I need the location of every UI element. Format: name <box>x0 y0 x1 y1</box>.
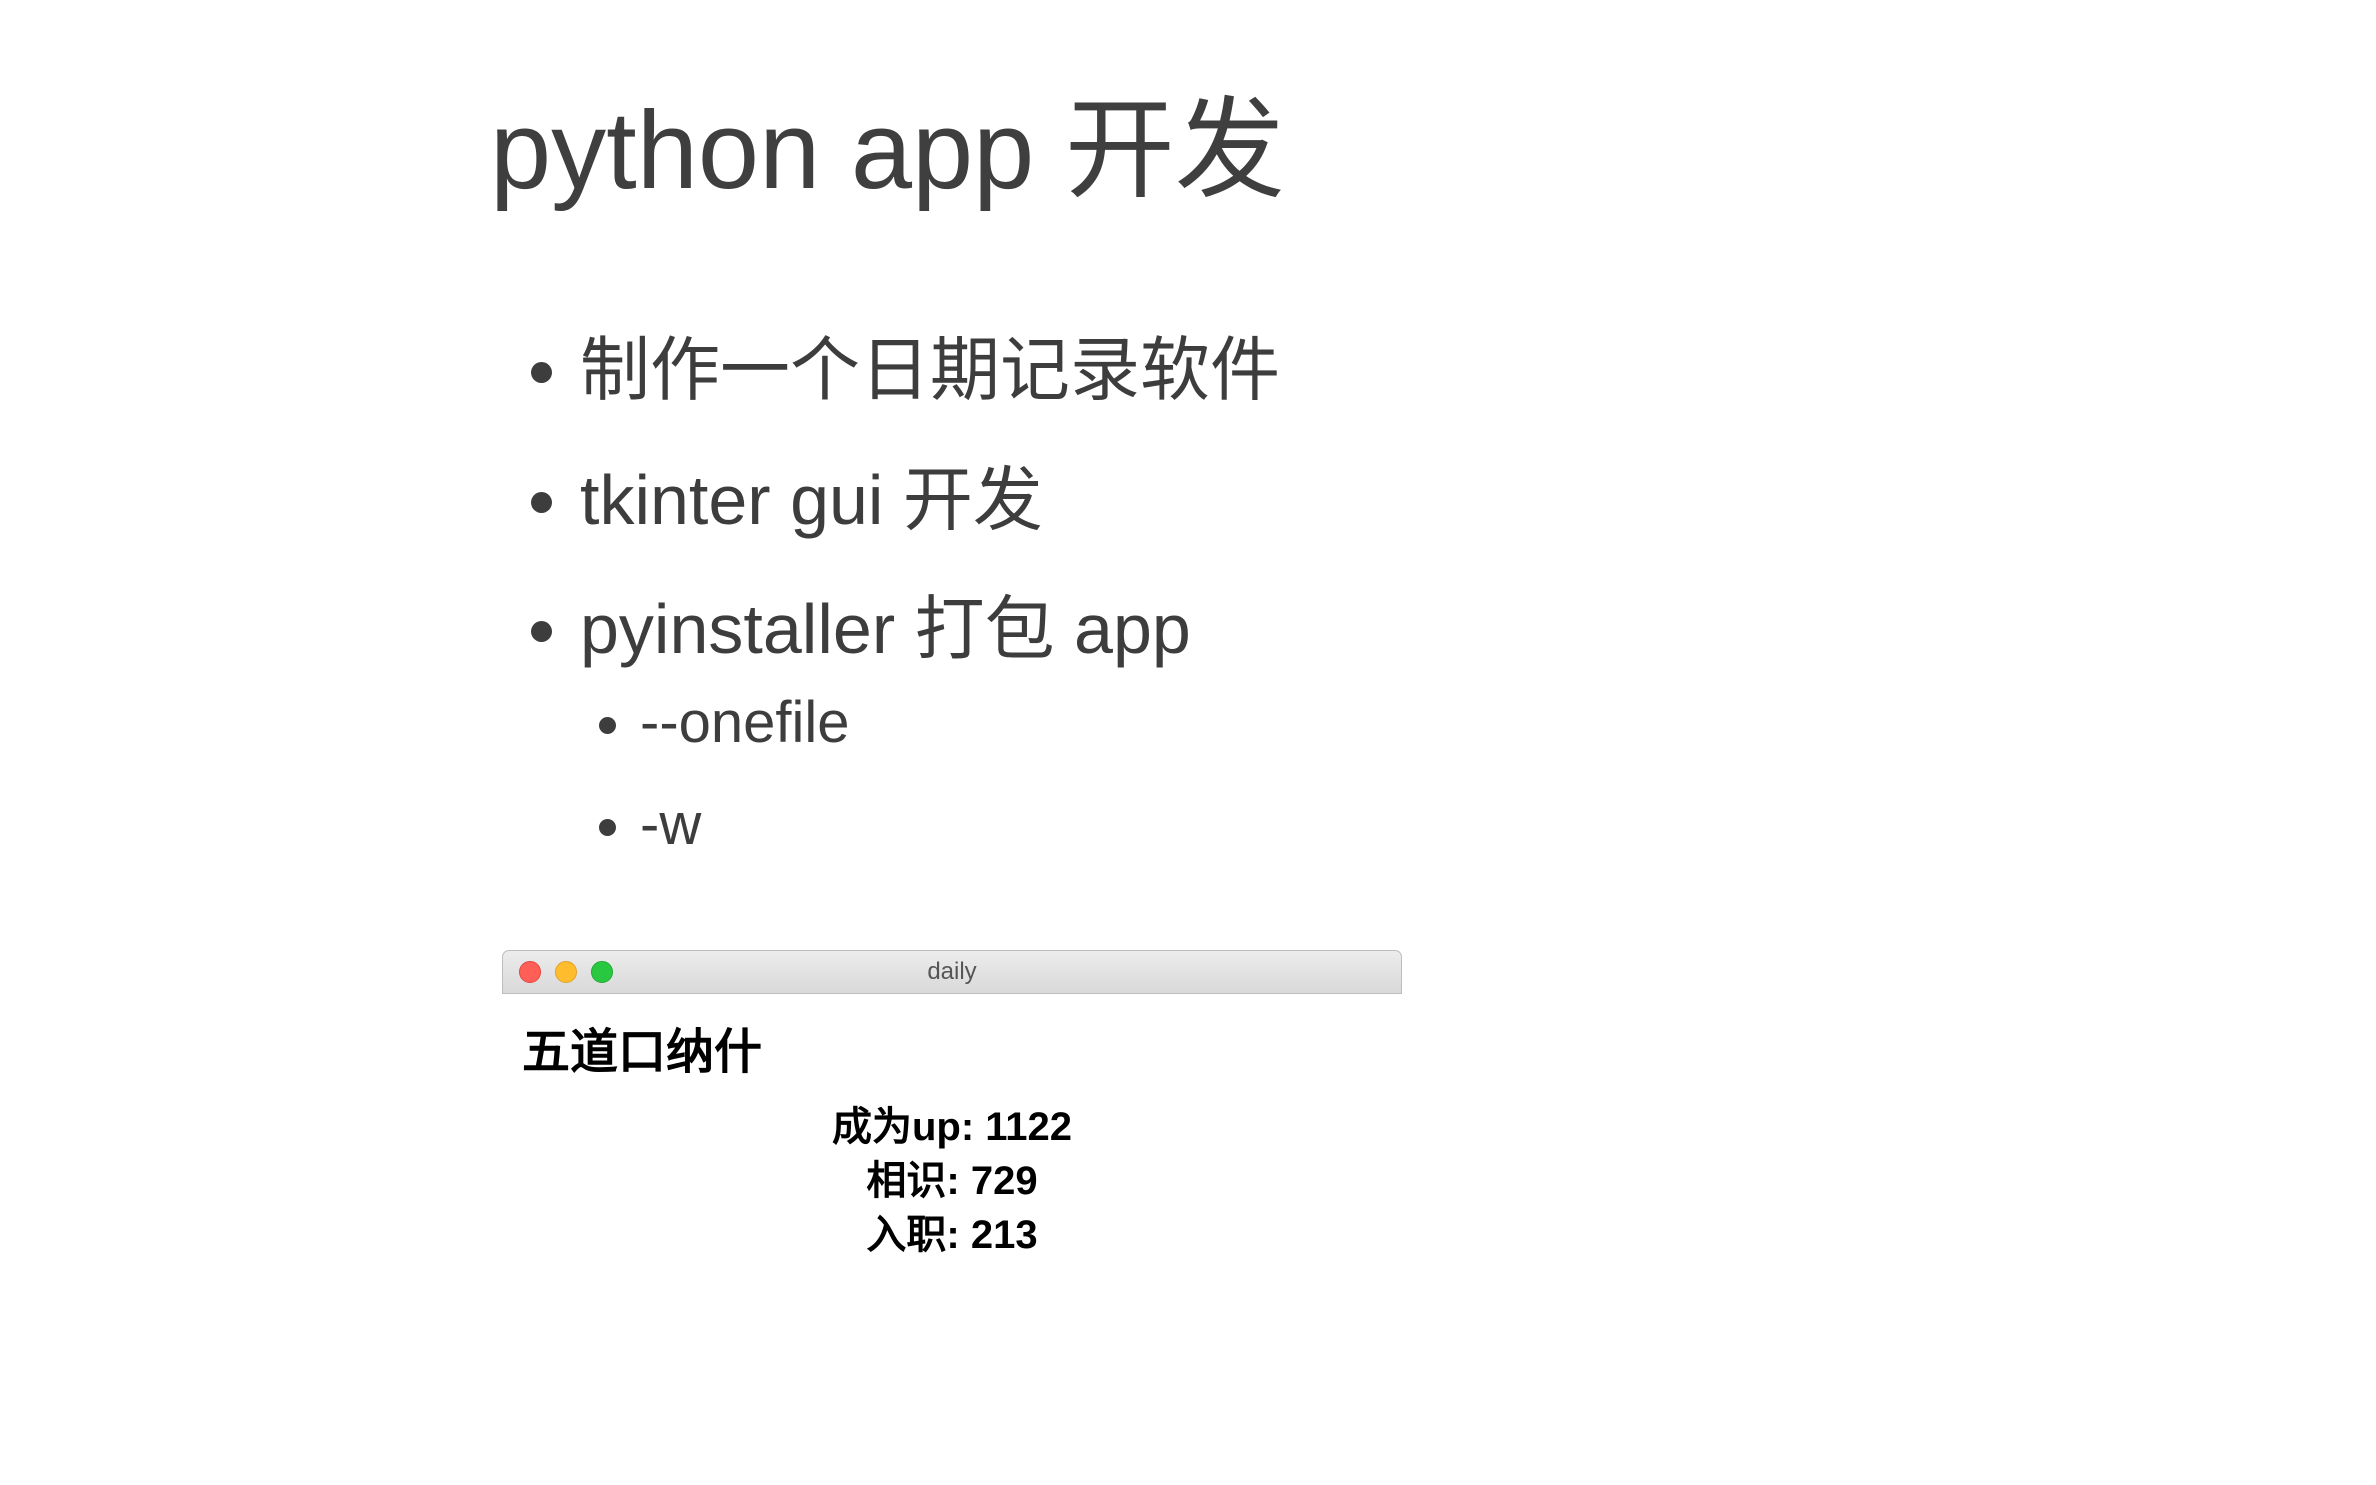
app-heading: 五道口纳什 <box>522 1012 1382 1082</box>
traffic-lights <box>519 961 613 983</box>
sub-bullet-item: --onefile <box>640 681 1280 765</box>
bullet-item: pyinstaller 打包 app --onefile -w <box>580 579 1280 867</box>
minimize-icon[interactable] <box>555 961 577 983</box>
stat-row: 成为up: 1122 <box>522 1100 1382 1154</box>
stat-value: 1122 <box>985 1105 1072 1149</box>
bullet-item: 制作一个日期记录软件 <box>580 320 1280 422</box>
bullet-list: 制作一个日期记录软件 tkinter gui 开发 pyinstaller 打包… <box>520 320 1280 895</box>
stat-value: 213 <box>971 1213 1038 1257</box>
stat-label: 成为up <box>832 1105 961 1149</box>
maximize-icon[interactable] <box>591 961 613 983</box>
bullet-text: pyinstaller 打包 app <box>580 590 1191 668</box>
sub-bullet-list: --onefile -w <box>580 681 1280 867</box>
window-title: daily <box>503 958 1401 986</box>
stat-row: 相识: 729 <box>522 1154 1382 1208</box>
stat-label: 入职 <box>866 1213 946 1257</box>
stat-sep: : <box>946 1213 970 1257</box>
app-window: daily 五道口纳什 成为up: 1122 相识: 729 入职: 213 <box>502 950 1402 1286</box>
stat-sep: : <box>946 1159 970 1203</box>
sub-bullet-text: --onefile <box>640 690 850 755</box>
stat-sep: : <box>961 1105 985 1149</box>
close-icon[interactable] <box>519 961 541 983</box>
stats-block: 成为up: 1122 相识: 729 入职: 213 <box>522 1100 1382 1262</box>
stat-row: 入职: 213 <box>522 1208 1382 1262</box>
bullet-text: 制作一个日期记录软件 <box>580 331 1280 409</box>
window-titlebar: daily <box>502 950 1402 994</box>
stat-value: 729 <box>971 1159 1038 1203</box>
bullet-text: tkinter gui 开发 <box>580 461 1043 539</box>
bullet-item: tkinter gui 开发 <box>580 450 1280 552</box>
sub-bullet-item: -w <box>640 783 1280 867</box>
sub-bullet-text: -w <box>640 792 701 857</box>
stat-label: 相识 <box>866 1159 946 1203</box>
slide: python app 开发 制作一个日期记录软件 tkinter gui 开发 … <box>0 0 2376 1485</box>
slide-title: python app 开发 <box>490 60 1285 220</box>
window-body: 五道口纳什 成为up: 1122 相识: 729 入职: 213 <box>502 994 1402 1286</box>
